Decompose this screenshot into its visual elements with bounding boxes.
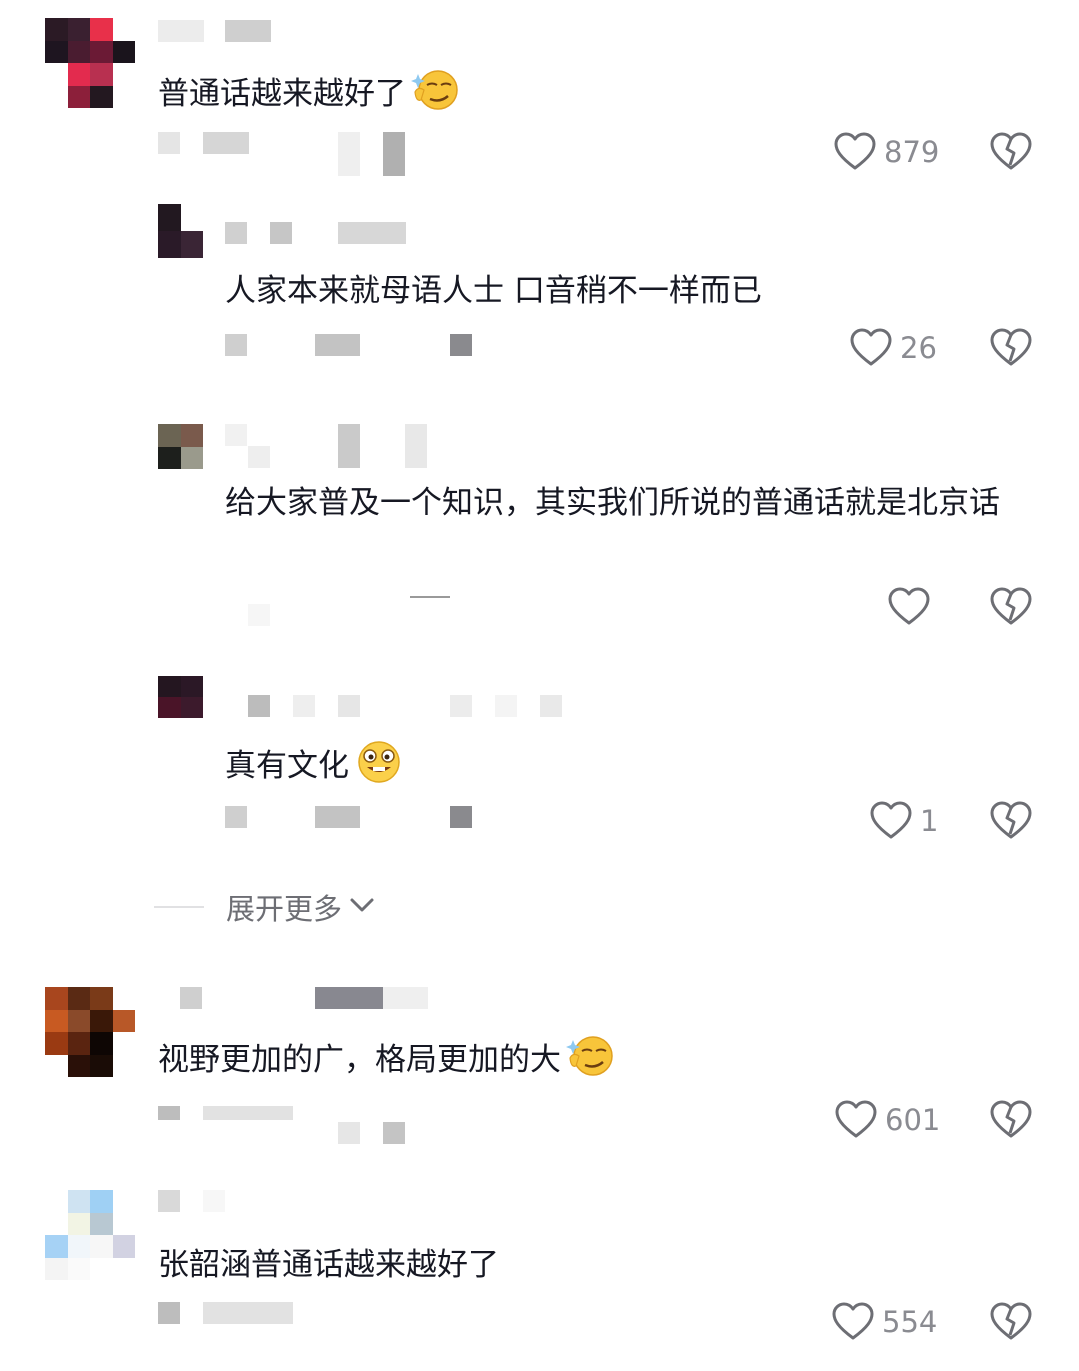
timestamp bbox=[158, 1106, 180, 1120]
timestamp bbox=[203, 132, 249, 154]
timestamp bbox=[203, 1302, 293, 1324]
username[interactable] bbox=[225, 222, 247, 244]
broken-heart-icon[interactable] bbox=[990, 1100, 1032, 1144]
like-button[interactable]: 1 bbox=[870, 801, 938, 841]
comment-text: 普通话越来越好了 bbox=[158, 68, 460, 127]
comment-text: 真有文化 bbox=[225, 738, 403, 799]
comment-text: 人家本来就母语人士 口音稍不一样而已 bbox=[225, 273, 762, 309]
smirk-emoji bbox=[410, 68, 460, 127]
username[interactable] bbox=[495, 695, 517, 717]
reply-button[interactable] bbox=[450, 334, 472, 356]
like-count: 601 bbox=[885, 1103, 941, 1137]
grin-emoji bbox=[353, 738, 403, 799]
heart-outline-icon bbox=[870, 801, 912, 841]
like-count: 1 bbox=[920, 804, 939, 838]
heart-outline-icon bbox=[832, 1302, 874, 1342]
avatar[interactable] bbox=[158, 676, 203, 718]
username[interactable] bbox=[540, 695, 562, 717]
location bbox=[315, 334, 360, 356]
timestamp bbox=[203, 1106, 293, 1120]
reply-button[interactable] bbox=[383, 1122, 405, 1144]
avatar[interactable] bbox=[45, 1190, 135, 1280]
like-count: 554 bbox=[882, 1305, 938, 1339]
username[interactable] bbox=[450, 695, 472, 717]
like-count: 26 bbox=[900, 331, 937, 365]
username[interactable] bbox=[293, 695, 315, 717]
username[interactable] bbox=[270, 222, 292, 244]
timestamp bbox=[158, 132, 180, 154]
reply-button[interactable] bbox=[383, 132, 405, 176]
location bbox=[315, 806, 360, 828]
avatar[interactable] bbox=[158, 204, 203, 258]
smirk-emoji bbox=[565, 1034, 615, 1093]
reply-button[interactable] bbox=[450, 806, 472, 828]
avatar[interactable] bbox=[45, 987, 135, 1077]
reply-button[interactable] bbox=[410, 596, 450, 598]
comment-text-content: 普通话越来越好了 bbox=[158, 76, 406, 112]
like-button[interactable]: 601 bbox=[835, 1100, 940, 1140]
like-button[interactable]: 554 bbox=[832, 1302, 937, 1342]
username[interactable] bbox=[338, 222, 406, 244]
comment-text: 视野更加的广，格局更加的大 bbox=[158, 1034, 615, 1093]
expand-replies-button[interactable]: 展开更多 bbox=[154, 886, 376, 928]
broken-heart-icon[interactable] bbox=[990, 1302, 1032, 1346]
heart-outline-icon bbox=[835, 1100, 877, 1140]
username[interactable] bbox=[338, 695, 360, 717]
heart-outline-icon bbox=[888, 587, 930, 627]
username[interactable] bbox=[203, 1190, 225, 1212]
avatar[interactable] bbox=[45, 18, 135, 108]
broken-heart-icon[interactable] bbox=[990, 132, 1032, 176]
username[interactable] bbox=[158, 20, 204, 42]
username[interactable] bbox=[315, 987, 383, 1009]
timestamp bbox=[248, 604, 270, 626]
like-count: 879 bbox=[884, 135, 940, 169]
username[interactable] bbox=[180, 987, 202, 1009]
username[interactable] bbox=[405, 424, 427, 468]
avatar[interactable] bbox=[158, 424, 203, 469]
username[interactable] bbox=[158, 1190, 180, 1212]
expand-label: 展开更多 bbox=[226, 892, 343, 926]
broken-heart-icon[interactable] bbox=[990, 587, 1032, 631]
username[interactable] bbox=[225, 20, 271, 42]
chevron-down-icon bbox=[348, 895, 376, 919]
heart-outline-icon bbox=[834, 132, 876, 172]
username[interactable] bbox=[383, 987, 428, 1009]
username[interactable] bbox=[338, 424, 360, 468]
timestamp bbox=[225, 806, 247, 828]
timestamp bbox=[225, 334, 247, 356]
username[interactable] bbox=[225, 424, 247, 446]
broken-heart-icon[interactable] bbox=[990, 801, 1032, 845]
username[interactable] bbox=[248, 446, 270, 468]
username[interactable] bbox=[248, 695, 270, 717]
divider bbox=[154, 906, 204, 908]
timestamp bbox=[158, 1302, 180, 1324]
broken-heart-icon[interactable] bbox=[990, 328, 1032, 372]
comment-text-content: 视野更加的广，格局更加的大 bbox=[158, 1042, 561, 1078]
comment-text-content: 真有文化 bbox=[225, 748, 349, 784]
like-button[interactable] bbox=[888, 587, 938, 627]
like-button[interactable]: 879 bbox=[834, 132, 939, 172]
heart-outline-icon bbox=[850, 328, 892, 368]
comment-text: 张韶涵普通话越来越好了 bbox=[158, 1247, 499, 1283]
like-button[interactable]: 26 bbox=[850, 328, 937, 368]
location bbox=[338, 1122, 360, 1144]
location bbox=[338, 132, 360, 176]
comment-text: 给大家普及一个知识，其实我们所说的普通话就是北京话 bbox=[225, 485, 1000, 521]
